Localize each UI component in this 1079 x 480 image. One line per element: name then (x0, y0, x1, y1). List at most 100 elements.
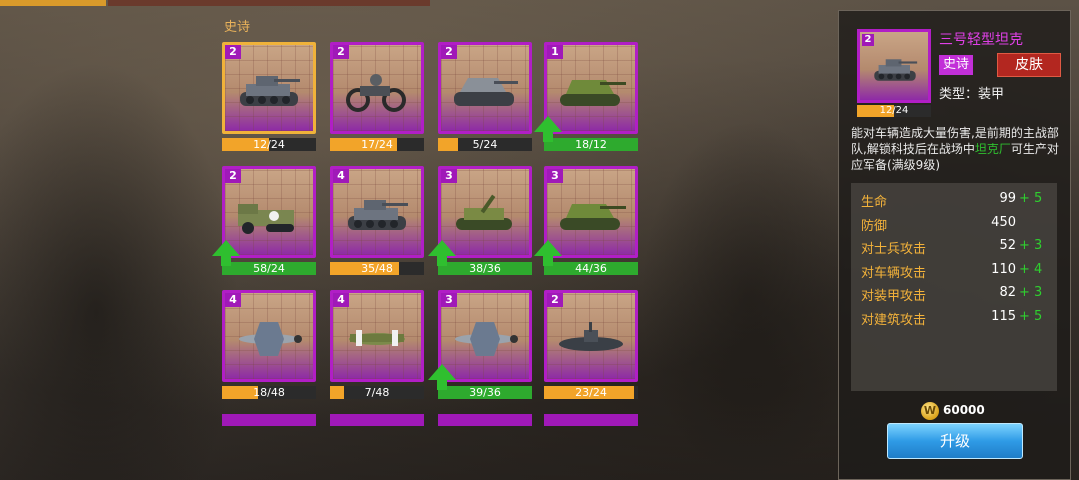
star-level-badge: 4 (333, 169, 349, 183)
unit-progress-bar: 35/48 (330, 262, 424, 275)
grid-next-row (222, 414, 642, 426)
star-level-badge: 2 (225, 45, 241, 59)
unit-progress-bar: 12/24 (222, 138, 316, 151)
star-level-badge: 3 (441, 293, 457, 307)
stat-label: 对车辆攻击 (861, 265, 927, 281)
background-smoke (640, 120, 860, 480)
unit-card[interactable]: 4 7/48 (330, 290, 424, 399)
stat-label: 对士兵攻击 (861, 242, 927, 257)
unit-progress-text: 39/36 (469, 386, 501, 399)
unit-progress-bar: 5/24 (438, 138, 532, 151)
unit-progress-text: 18/48 (253, 386, 285, 399)
unit-card[interactable]: 2 5/24 (438, 42, 532, 151)
upgrade-available-icon (428, 364, 456, 390)
stat-label: 防御 (861, 218, 888, 234)
bomber-plane-icon (349, 330, 405, 346)
unit-progress-text: 23/24 (575, 386, 607, 399)
artillery-icon (456, 194, 512, 230)
unit-progress-bar: 7/48 (330, 386, 424, 399)
star-level-badge: 4 (225, 293, 241, 307)
stat-value: 450 (991, 214, 1016, 230)
top-tab-active[interactable] (0, 0, 106, 6)
unit-progress-bar: 23/24 (544, 386, 638, 399)
rarity-badge: 史诗 (939, 55, 973, 75)
stat-value: 82 (999, 285, 1016, 300)
description-highlight: 坦克厂 (974, 142, 1011, 156)
detail-unit-thumbnail: 2 (857, 29, 931, 103)
unit-progress-bar: 17/24 (330, 138, 424, 151)
stat-row: 对装甲攻击 82 + 3 (861, 285, 1051, 305)
stat-label: 生命 (861, 195, 888, 210)
stat-bonus: + 4 (1019, 261, 1043, 277)
unit-card[interactable]: 2 23/24 (544, 290, 638, 399)
tank-icon (874, 59, 918, 81)
stat-value: 110 (991, 261, 1016, 277)
unit-name: 三号轻型坦克 (939, 32, 1023, 48)
unit-progress-text: 12/24 (253, 138, 285, 151)
unit-card[interactable]: 2 58/24 (212, 166, 316, 275)
unit-card[interactable]: 4 35/48 (330, 166, 424, 275)
unit-progress-text: 7/48 (364, 386, 390, 399)
unit-progress-bar: 44/36 (544, 262, 638, 275)
stat-row: 生命 99 + 5 (861, 191, 1051, 211)
stat-row: 防御 450 (861, 215, 1051, 235)
stats-table: 生命 99 + 5 防御 450 对士兵攻击 52 + 3 对车辆攻击 110 + 4 对装甲攻击 82… (851, 183, 1057, 391)
stat-row: 对士兵攻击 52 + 3 (861, 238, 1051, 258)
unit-progress-text: 38/36 (469, 262, 501, 275)
unit-grid: 2 12/24 2 17/24 2 5/24 1 18/12 2 58/24 4 35/48 3 38/3… (212, 42, 642, 426)
star-level-badge: 2 (441, 45, 457, 59)
unit-progress-text: 44/36 (575, 262, 607, 275)
stat-bonus: + 3 (1019, 285, 1043, 300)
star-level-badge: 3 (441, 169, 457, 183)
star-level-badge: 2 (225, 169, 241, 183)
unit-progress-text: 58/24 (253, 262, 285, 275)
star-level-badge: 2 (547, 293, 563, 307)
upgrade-button[interactable]: 升级 (887, 423, 1023, 459)
stat-label: 对建筑攻击 (861, 312, 927, 328)
unit-progress-text: 18/12 (575, 138, 607, 151)
detail-progress-text: 12/24 (879, 105, 909, 116)
unit-card[interactable]: 3 39/36 (428, 290, 532, 399)
upgrade-available-icon (212, 240, 240, 266)
stat-value: 99 (999, 191, 1016, 206)
unit-card[interactable]: 3 44/36 (534, 166, 638, 275)
stat-value: 52 (999, 238, 1016, 253)
stat-bonus: + 5 (1019, 308, 1043, 324)
background-smoke (0, 60, 240, 480)
motorcycle-icon (346, 74, 406, 112)
unit-progress-bar: 38/36 (438, 262, 532, 275)
stat-value: 115 (991, 308, 1016, 324)
section-title: 史诗 (224, 20, 251, 35)
tank-destroyer-icon (560, 204, 626, 230)
upgrade-available-icon (534, 116, 562, 142)
unit-card[interactable]: 2 12/24 (222, 42, 316, 151)
unit-progress-bar: 18/12 (544, 138, 638, 151)
unit-progress-bar: 39/36 (438, 386, 532, 399)
upgrade-cost: 60000 (943, 403, 985, 417)
skin-button[interactable]: 皮肤 (997, 53, 1061, 77)
star-level-badge: 2 (862, 34, 874, 46)
star-level-badge: 3 (547, 169, 563, 183)
unit-progress-text: 5/24 (472, 138, 498, 151)
star-level-badge: 1 (547, 45, 563, 59)
unit-type: 类型：装甲 (939, 87, 1005, 102)
top-tab-strip[interactable] (108, 0, 430, 6)
unit-card[interactable]: 1 18/12 (534, 42, 638, 151)
stat-label: 对装甲攻击 (861, 289, 927, 304)
unit-detail-panel: 2 12/24 三号轻型坦克 史诗 皮肤 类型：装甲 能对车辆造成大量伤害,是前… (838, 10, 1071, 480)
fighter-plane-icon (455, 322, 518, 356)
unit-progress-bar: 18/48 (222, 386, 316, 399)
stat-bonus: + 5 (1019, 191, 1043, 206)
unit-description: 能对车辆造成大量伤害,是前期的主战部队,解锁科技后在战场中坦克厂可生产对应军备(… (851, 126, 1059, 172)
detail-progress-bar: 12/24 (857, 105, 931, 117)
unit-card[interactable]: 3 38/36 (428, 166, 532, 275)
unit-card[interactable]: 4 18/48 (222, 290, 316, 399)
stat-bonus: + 3 (1019, 238, 1043, 253)
stat-row: 对建筑攻击 115 + 5 (861, 309, 1051, 329)
tank-icon (240, 76, 300, 106)
star-level-badge: 2 (333, 45, 349, 59)
tank-icon (348, 200, 408, 230)
assault-gun-icon (454, 78, 518, 106)
upgrade-available-icon (428, 240, 456, 266)
unit-card[interactable]: 2 17/24 (330, 42, 424, 151)
